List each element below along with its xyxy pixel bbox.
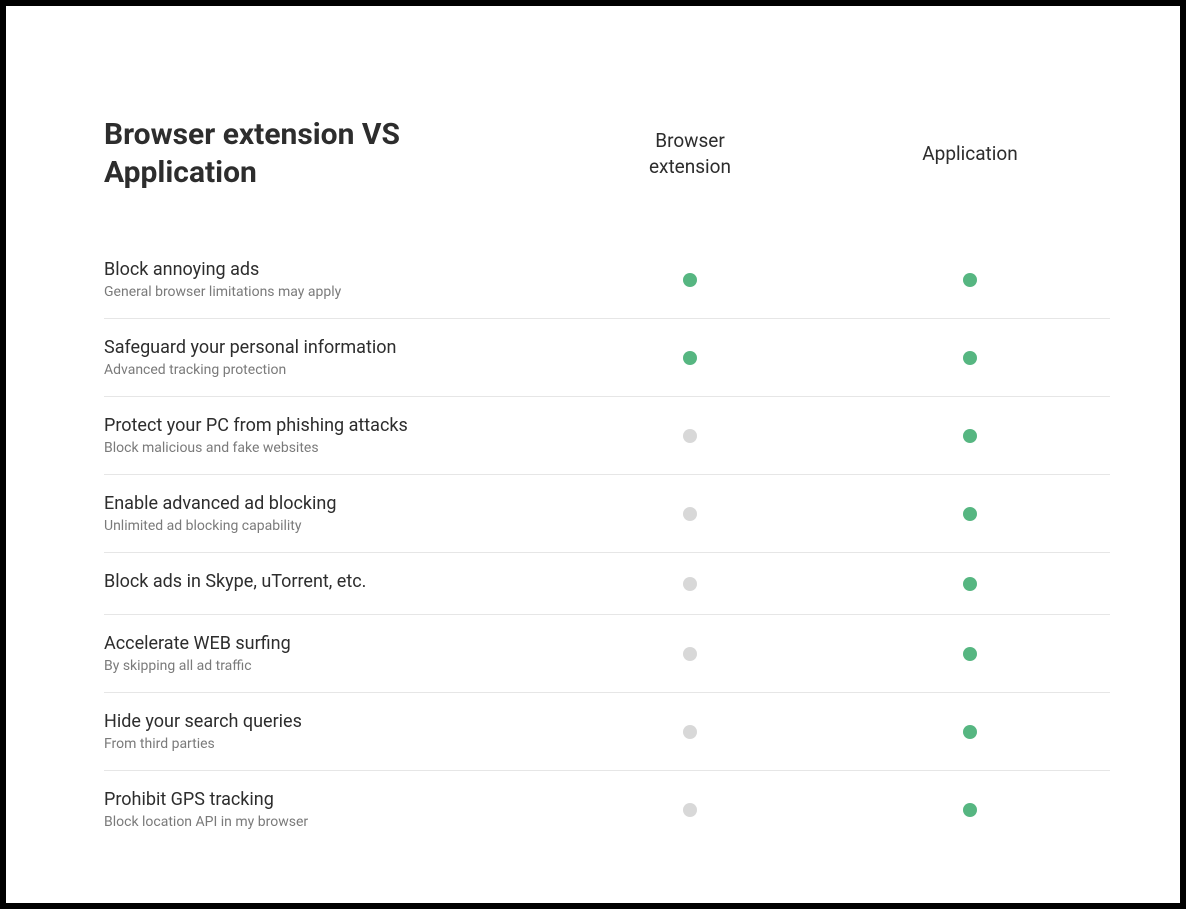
table-row: Block ads in Skype, uTorrent, etc. bbox=[104, 553, 1110, 615]
column-header-application: Application bbox=[830, 141, 1110, 167]
table-header-row: Browser extension VS Application Browser… bbox=[104, 116, 1110, 191]
table-row: Protect your PC from phishing attacks Blo… bbox=[104, 397, 1110, 475]
table-body: Block annoying ads General browser limita… bbox=[104, 241, 1110, 848]
dot-unsupported-icon bbox=[683, 725, 697, 739]
feature-description: By skipping all ad traffic bbox=[104, 658, 550, 674]
table-row: Hide your search queries From third parti… bbox=[104, 693, 1110, 771]
dot-supported-icon bbox=[963, 577, 977, 591]
feature-description: General browser limitations may apply bbox=[104, 284, 550, 300]
dot-unsupported-icon bbox=[683, 507, 697, 521]
feature-title: Block ads in Skype, uTorrent, etc. bbox=[104, 571, 550, 592]
feature-title: Safeguard your personal information bbox=[104, 337, 550, 358]
extension-cell bbox=[550, 577, 830, 591]
feature-info: Safeguard your personal information Advan… bbox=[104, 337, 550, 378]
dot-supported-icon bbox=[683, 273, 697, 287]
application-cell bbox=[830, 429, 1110, 443]
extension-cell bbox=[550, 647, 830, 661]
application-cell bbox=[830, 351, 1110, 365]
column-header-extension-line2: extension bbox=[649, 155, 731, 178]
dot-unsupported-icon bbox=[683, 647, 697, 661]
feature-info: Block annoying ads General browser limita… bbox=[104, 259, 550, 300]
extension-cell bbox=[550, 351, 830, 365]
column-header-extension: Browser extension bbox=[550, 128, 830, 179]
feature-description: Advanced tracking protection bbox=[104, 362, 550, 378]
dot-unsupported-icon bbox=[683, 803, 697, 817]
dot-unsupported-icon bbox=[683, 429, 697, 443]
feature-info: Accelerate WEB surfing By skipping all ad… bbox=[104, 633, 550, 674]
dot-supported-icon bbox=[963, 429, 977, 443]
application-cell bbox=[830, 507, 1110, 521]
extension-cell bbox=[550, 507, 830, 521]
comparison-table: Browser extension VS Application Browser… bbox=[104, 116, 1110, 848]
dot-supported-icon bbox=[963, 725, 977, 739]
feature-info: Prohibit GPS tracking Block location API … bbox=[104, 789, 550, 830]
table-row: Prohibit GPS tracking Block location API … bbox=[104, 771, 1110, 848]
feature-title: Block annoying ads bbox=[104, 259, 550, 280]
dot-supported-icon bbox=[963, 351, 977, 365]
application-cell bbox=[830, 803, 1110, 817]
feature-title: Prohibit GPS tracking bbox=[104, 789, 550, 810]
feature-info: Block ads in Skype, uTorrent, etc. bbox=[104, 571, 550, 596]
feature-description: Block malicious and fake websites bbox=[104, 440, 550, 456]
feature-info: Enable advanced ad blocking Unlimited ad … bbox=[104, 493, 550, 534]
dot-supported-icon bbox=[963, 803, 977, 817]
feature-title: Accelerate WEB surfing bbox=[104, 633, 550, 654]
table-row: Block annoying ads General browser limita… bbox=[104, 241, 1110, 319]
dot-supported-icon bbox=[683, 351, 697, 365]
feature-description: From third parties bbox=[104, 736, 550, 752]
feature-title: Hide your search queries bbox=[104, 711, 550, 732]
feature-description: Unlimited ad blocking capability bbox=[104, 518, 550, 534]
table-row: Enable advanced ad blocking Unlimited ad … bbox=[104, 475, 1110, 553]
feature-info: Hide your search queries From third parti… bbox=[104, 711, 550, 752]
extension-cell bbox=[550, 725, 830, 739]
dot-supported-icon bbox=[963, 507, 977, 521]
feature-title: Enable advanced ad blocking bbox=[104, 493, 550, 514]
feature-info: Protect your PC from phishing attacks Blo… bbox=[104, 415, 550, 456]
feature-description: Block location API in my browser bbox=[104, 814, 550, 830]
extension-cell bbox=[550, 273, 830, 287]
dot-supported-icon bbox=[963, 647, 977, 661]
application-cell bbox=[830, 577, 1110, 591]
dot-supported-icon bbox=[963, 273, 977, 287]
table-row: Accelerate WEB surfing By skipping all ad… bbox=[104, 615, 1110, 693]
dot-unsupported-icon bbox=[683, 577, 697, 591]
column-header-extension-line1: Browser bbox=[655, 129, 725, 152]
feature-title: Protect your PC from phishing attacks bbox=[104, 415, 550, 436]
table-row: Safeguard your personal information Advan… bbox=[104, 319, 1110, 397]
application-cell bbox=[830, 273, 1110, 287]
application-cell bbox=[830, 725, 1110, 739]
page-title: Browser extension VS Application bbox=[104, 116, 550, 191]
extension-cell bbox=[550, 803, 830, 817]
extension-cell bbox=[550, 429, 830, 443]
application-cell bbox=[830, 647, 1110, 661]
